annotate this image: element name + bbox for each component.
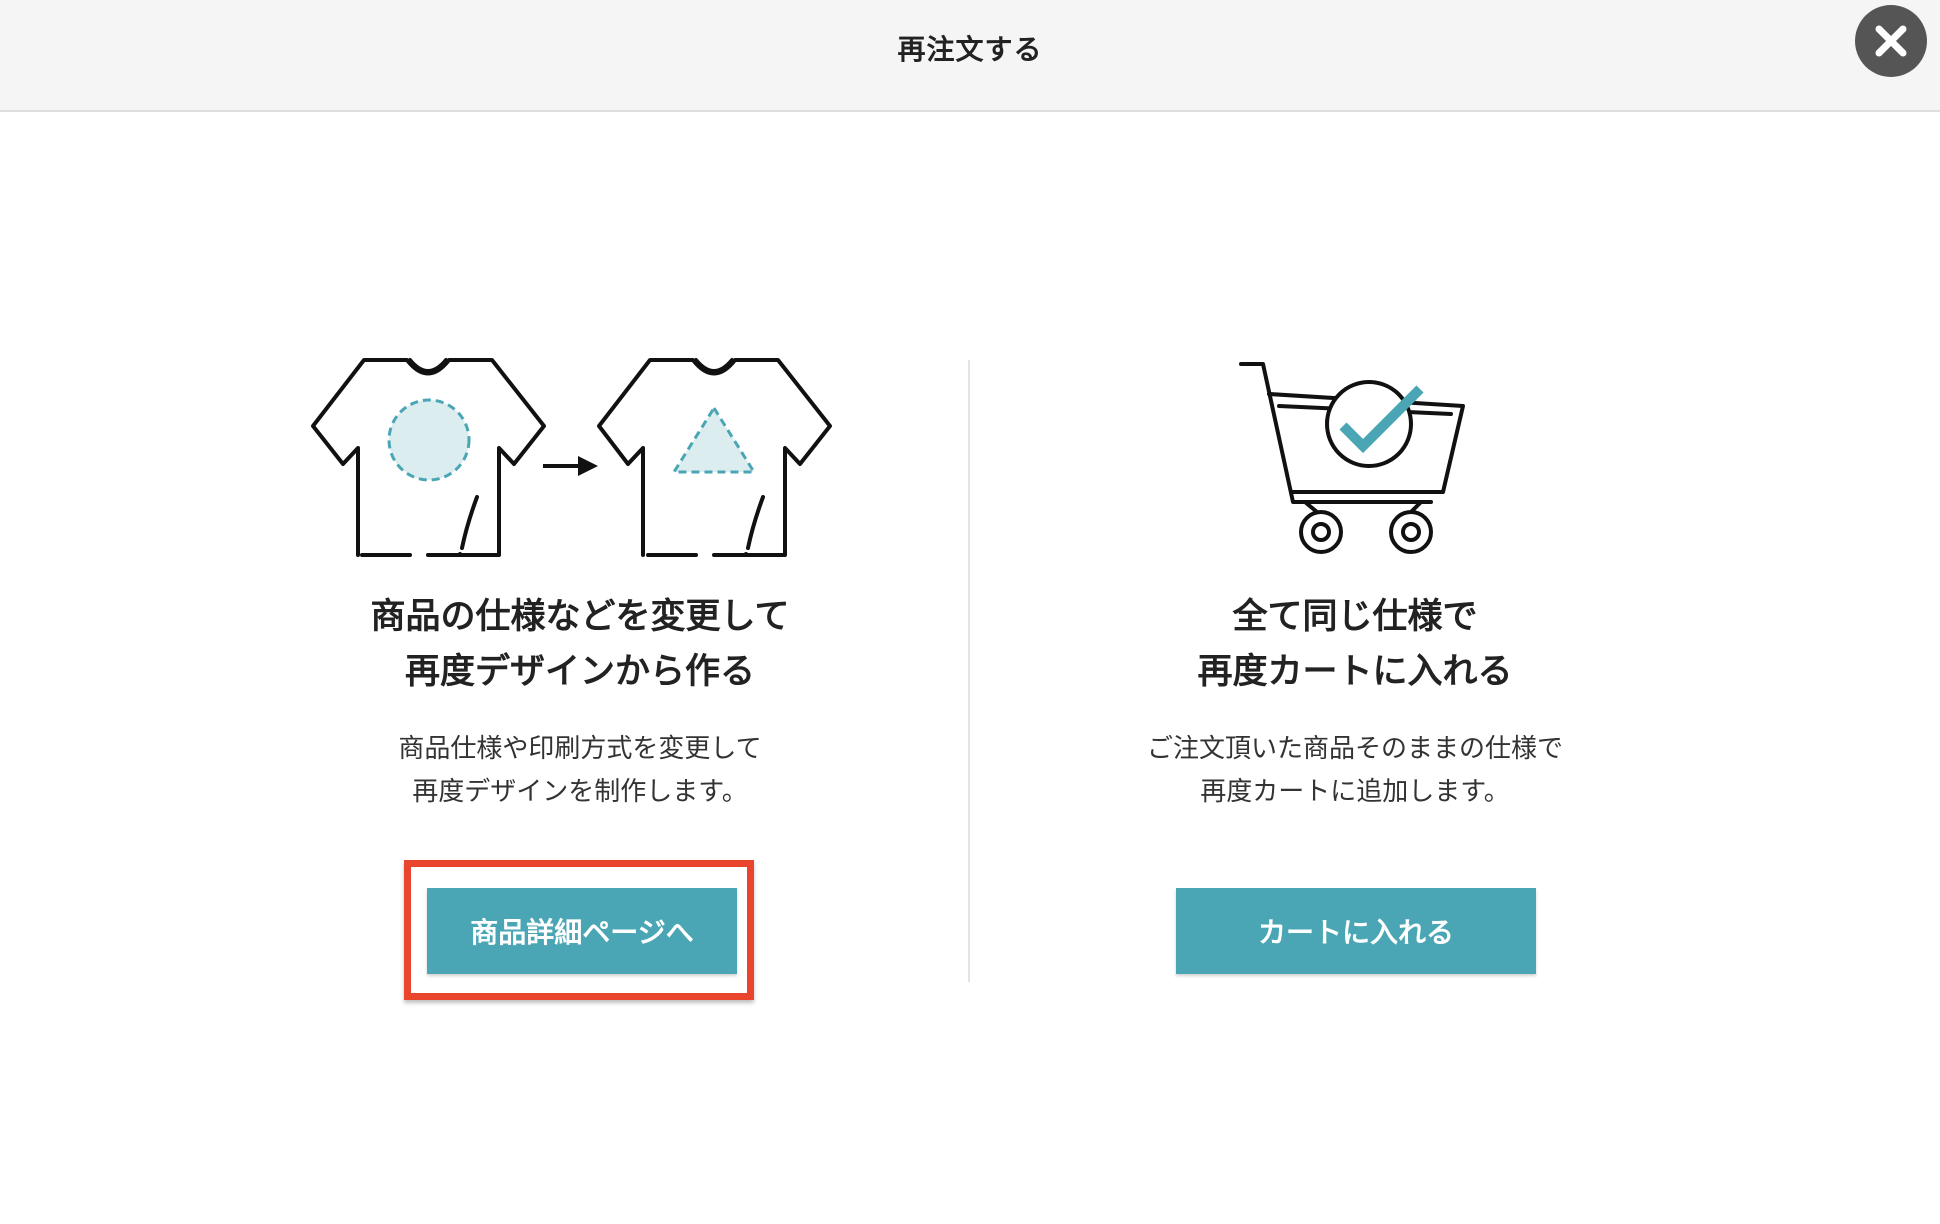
close-icon <box>1875 25 1907 57</box>
option-description: 商品仕様や印刷方式を変更して 再度デザインを制作します。 <box>230 728 930 814</box>
illustration-container <box>1005 352 1705 562</box>
description-line: 商品仕様や印刷方式を変更して <box>398 734 762 764</box>
modal-header: 再注文する <box>0 0 1940 112</box>
highlight-annotation <box>404 860 754 1000</box>
description-line: 再度デザインを制作します。 <box>412 777 748 807</box>
option-heading: 商品の仕様などを変更して 再度デザインから作る <box>230 590 930 700</box>
description-line: ご注文頂いた商品そのままの仕様で <box>1146 734 1563 764</box>
cart-check-icon <box>1239 362 1465 554</box>
heading-line: 全て同じ仕様で <box>1232 597 1478 637</box>
option-description: ご注文頂いた商品そのままの仕様で 再度カートに追加します。 <box>1005 728 1705 814</box>
illustration-container <box>230 352 930 562</box>
heading-line: 商品の仕様などを変更して <box>370 597 790 637</box>
close-button[interactable] <box>1855 5 1927 77</box>
heading-line: 再度デザインから作る <box>404 652 755 692</box>
column-divider <box>968 360 970 982</box>
tshirt-redesign-icon <box>311 358 832 557</box>
description-line: 再度カートに追加します。 <box>1200 777 1510 807</box>
modal-title: 再注文する <box>897 33 1043 66</box>
heading-line: 再度カートに入れる <box>1197 652 1513 692</box>
add-to-cart-button[interactable]: カートに入れる <box>1176 888 1536 974</box>
option-heading: 全て同じ仕様で 再度カートに入れる <box>1005 590 1705 700</box>
